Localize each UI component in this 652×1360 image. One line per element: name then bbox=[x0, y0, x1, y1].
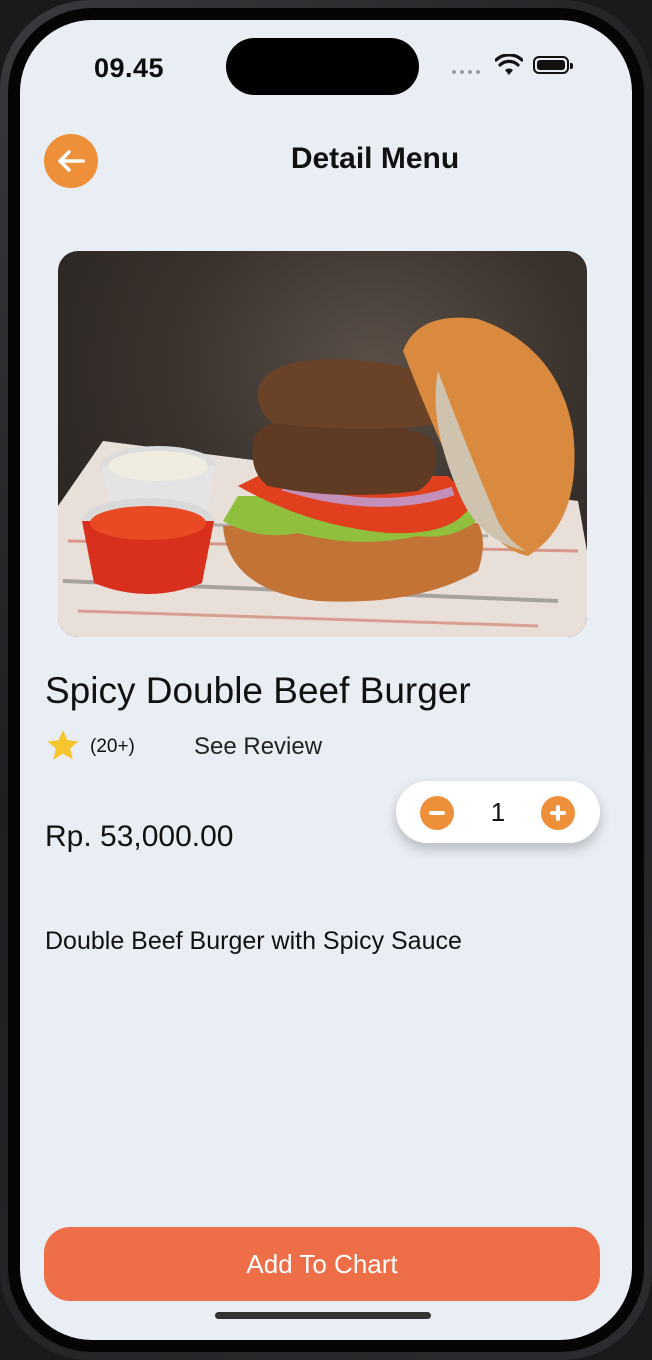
add-to-cart-button[interactable]: Add To Chart bbox=[44, 1227, 600, 1301]
product-description: Double Beef Burger with Spicy Sauce bbox=[45, 927, 462, 955]
burger-illustration bbox=[58, 317, 587, 637]
see-review-link[interactable]: See Review bbox=[194, 733, 322, 761]
status-time: 09.45 bbox=[94, 53, 165, 83]
app-screen: 09.45 Detail Menu Spicy Double Beef Burg… bbox=[20, 20, 632, 1340]
page-title: Detail Menu bbox=[290, 142, 460, 175]
quantity-stepper: 1 bbox=[396, 781, 600, 843]
review-count: (20+) bbox=[90, 736, 135, 757]
product-name: Spicy Double Beef Burger bbox=[45, 670, 471, 711]
wifi-icon bbox=[495, 54, 523, 75]
dynamic-island bbox=[226, 38, 419, 95]
star-icon bbox=[47, 730, 79, 760]
back-button[interactable] bbox=[44, 134, 98, 188]
arrow-left-icon bbox=[58, 150, 85, 172]
product-image bbox=[58, 251, 587, 637]
signal-dots-icon bbox=[452, 70, 480, 74]
battery-full-icon bbox=[533, 56, 573, 74]
increase-quantity-button[interactable] bbox=[541, 796, 575, 830]
product-price: Rp. 53,000.00 bbox=[45, 820, 234, 853]
decrease-quantity-button[interactable] bbox=[420, 796, 454, 830]
quantity-value: 1 bbox=[490, 797, 506, 827]
phone-frame: 09.45 Detail Menu Spicy Double Beef Burg… bbox=[0, 0, 652, 1360]
home-indicator[interactable] bbox=[215, 1312, 431, 1319]
